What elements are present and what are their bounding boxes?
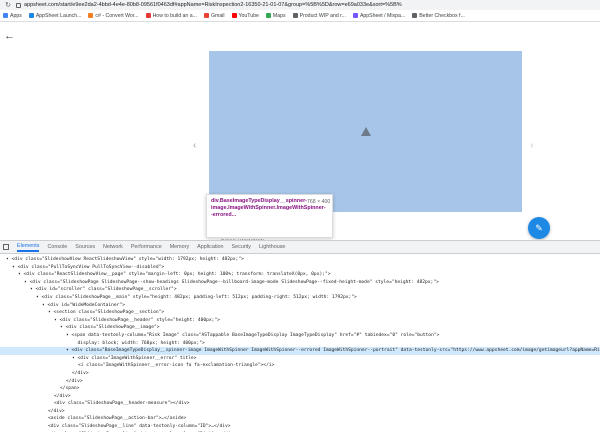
bookmark-label: How to build an a...	[152, 12, 197, 19]
bookmark-label: AppSheet / Mixpa...	[359, 12, 406, 19]
bookmark-label: Gmail	[210, 12, 225, 19]
devtools-tab-memory[interactable]: Memory	[170, 244, 189, 250]
bookmark-label: YouTube	[238, 12, 259, 19]
bookmark-item[interactable]: Product WIP and r...	[292, 12, 346, 19]
bookmark-favicon-icon	[352, 13, 358, 18]
devtools-tab-performance[interactable]: Performance	[131, 244, 162, 250]
dom-node[interactable]: ▾ <div class="SlideshowPage__image">	[0, 324, 600, 332]
dom-tree: ▾ <div class="SlideshowView ReactSlidesh…	[0, 254, 600, 432]
url-text[interactable]: appsheet.com/start/e9ee2da2-4bbd-4e4e-80…	[24, 2, 600, 8]
bookmark-favicon-icon	[3, 13, 8, 18]
risk-image-placeholder[interactable]	[209, 51, 522, 212]
devtools-tab-network[interactable]: Network	[103, 244, 123, 250]
dom-node[interactable]: ▾ <div class="SlideshowPage__header" sty…	[0, 317, 600, 325]
dom-node[interactable]: ▾ <div class="PullToSyncView PullToSyncV…	[0, 264, 600, 272]
reload-icon[interactable]: ↻	[4, 1, 12, 9]
inspect-element-icon[interactable]	[3, 244, 9, 250]
bookmark-label: Maps	[272, 12, 286, 19]
inspector-tooltip: div.BaseImageTypeDisplay__spinner-image.…	[206, 194, 333, 238]
dom-node[interactable]: <div class="SlideshowPage__header-measur…	[0, 400, 600, 408]
bookmark-item[interactable]: Maps	[265, 12, 286, 19]
bookmark-favicon-icon	[265, 13, 271, 18]
back-arrow-icon[interactable]: ←	[4, 30, 15, 42]
dom-node[interactable]: </div>	[0, 408, 600, 416]
dom-node[interactable]: ▾ <div class="ImageWithSpinner__error" t…	[0, 355, 600, 363]
previous-slide-icon[interactable]: ‹	[193, 140, 196, 151]
bookmark-item[interactable]: Better Checkbox f...	[412, 13, 465, 19]
dom-node[interactable]: ▾ <div class="ReactSlideshowView__page" …	[0, 271, 600, 279]
bookmark-label: Apps	[10, 12, 22, 19]
warning-icon	[360, 127, 371, 136]
bookmark-favicon-icon	[88, 13, 94, 18]
dom-node[interactable]: <i class="ImageWithSpinner__error-icon f…	[0, 362, 600, 370]
bookmark-favicon-icon	[231, 13, 237, 18]
dom-node[interactable]: ▾ <div class="SlideshowPage SlideshowPag…	[0, 279, 600, 287]
dom-node[interactable]: ▾ <span data-testonly-column="Risk Image…	[0, 332, 600, 340]
dom-node[interactable]: </span>	[0, 385, 600, 393]
devtools-tab-application[interactable]: Application	[197, 244, 223, 250]
edit-button[interactable]: ✎	[528, 217, 550, 239]
bookmark-item[interactable]: Apps	[3, 13, 22, 19]
bookmark-item[interactable]: c# - Convert Wor...	[88, 12, 139, 19]
bookmark-item[interactable]: YouTube	[231, 12, 259, 19]
dom-node[interactable]: ▾ <div class="SlideshowPage__main" style…	[0, 294, 600, 302]
dom-node[interactable]: </div>	[0, 378, 600, 386]
dom-node[interactable]: ▾ <div id="scroller" class="SlideshowPag…	[0, 286, 600, 294]
devtools-tab-bar: Elements Console Sources Network Performance…	[0, 241, 600, 254]
address-bar[interactable]: ↻ appsheet.com/start/e9ee2da2-4bbd-4e4e-…	[0, 0, 600, 10]
bookmark-favicon-icon	[292, 13, 298, 18]
bookmark-label: Product WIP and r...	[299, 12, 346, 19]
devtools-tab-lighthouse[interactable]: Lighthouse	[259, 244, 285, 250]
dom-node[interactable]: </div>	[0, 370, 600, 378]
bookmark-label: AppSheet Launch...	[35, 12, 82, 19]
dom-node[interactable]: <aside class="SlideshowPage__action-bar"…	[0, 415, 600, 423]
dom-node[interactable]: ▾ <section class="SlideshowPage__section…	[0, 309, 600, 317]
dom-node[interactable]: display: block; width: 768px; height: 40…	[0, 340, 600, 348]
devtools-panel: Elements Console Sources Network Performance…	[0, 240, 600, 432]
bookmark-item[interactable]: AppSheet / Mixpa...	[352, 12, 406, 19]
dom-node[interactable]: <div class="SlideshowPage__line" data-te…	[0, 423, 600, 431]
tooltip-selector: div.BaseImageTypeDisplay__spinner-image.…	[211, 198, 326, 218]
bookmark-item[interactable]: AppSheet Launch...	[28, 12, 82, 19]
bookmark-favicon-icon	[28, 13, 34, 18]
dom-node-selected[interactable]: ▾ <div class="BaseImageTypeDisplay__spin…	[0, 347, 600, 355]
devtools-tab-sources[interactable]: Sources	[75, 244, 95, 250]
tooltip-size: 768 × 400	[307, 199, 331, 205]
devtools-tab-console[interactable]: Console	[47, 244, 67, 250]
bookmark-item[interactable]: How to build an a...	[145, 12, 197, 19]
bookmarks-bar: Apps AppSheet Launch... c# - Convert Wor..…	[0, 10, 600, 22]
devtools-tab-security[interactable]: Security	[232, 244, 251, 250]
edit-icon: ✎	[535, 222, 543, 233]
bookmark-favicon-icon	[145, 13, 151, 18]
bookmark-label: c# - Convert Wor...	[95, 12, 139, 19]
dom-node[interactable]: ▾ <div class="SlideshowView ReactSlidesh…	[0, 256, 600, 264]
dom-node[interactable]: ▾ <div id="WideModeContainer">	[0, 302, 600, 310]
devtools-tab-elements[interactable]: Elements	[17, 243, 40, 252]
next-slide-icon[interactable]: ›	[530, 140, 533, 151]
lock-icon[interactable]	[16, 2, 21, 8]
bookmark-item[interactable]: Gmail	[203, 12, 225, 19]
bookmark-favicon-icon	[412, 13, 418, 18]
bookmark-favicon-icon	[203, 13, 209, 18]
bookmark-label: Better Checkbox f...	[419, 12, 465, 19]
dom-node[interactable]: </div>	[0, 393, 600, 401]
